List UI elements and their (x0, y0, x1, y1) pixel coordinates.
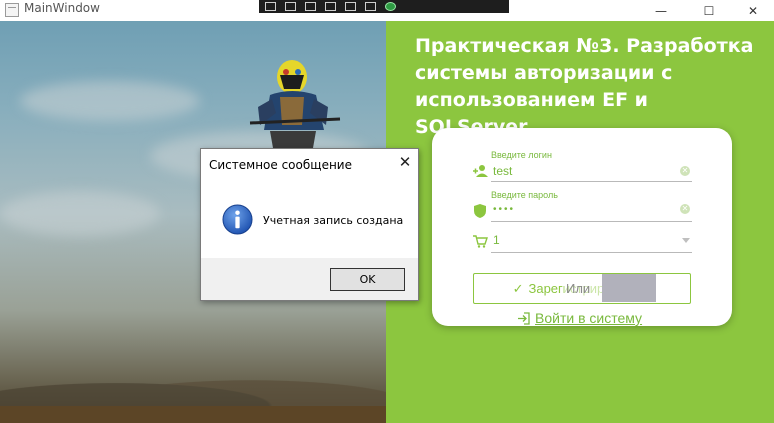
cart-icon (473, 235, 488, 248)
sign-in-icon (518, 311, 530, 325)
debug-toolbar[interactable] (259, 0, 509, 13)
app-window-icon (5, 3, 19, 17)
login-field[interactable]: Введите логин test (491, 150, 692, 182)
or-overlay: Или (564, 274, 656, 302)
login-input[interactable]: test (493, 164, 512, 178)
dialog-message: Учетная запись создана (263, 214, 404, 227)
dialog-title: Системное сообщение (209, 158, 352, 172)
pointer-icon[interactable] (345, 2, 356, 11)
check-ok-icon[interactable] (385, 2, 396, 11)
binding-icon[interactable] (325, 2, 336, 11)
page-title: Практическая №3. Разработка системы авто… (415, 35, 754, 138)
role-combobox[interactable]: 1 (491, 230, 692, 255)
password-input[interactable]: •••• (493, 204, 515, 215)
minimize-button[interactable]: — (638, 0, 684, 21)
dialog-footer: OK (201, 258, 418, 300)
shield-icon (474, 204, 486, 218)
window-title: MainWindow (24, 1, 100, 15)
accessibility-icon[interactable] (365, 2, 376, 11)
chevron-down-icon[interactable] (682, 238, 690, 243)
check-icon: ✓ (512, 280, 524, 296)
add-user-icon (473, 165, 488, 177)
ok-button[interactable]: OK (330, 268, 405, 291)
clear-login-icon[interactable]: ✕ (680, 166, 690, 176)
password-label: Введите пароль (491, 190, 558, 200)
select-element-icon[interactable] (265, 2, 276, 11)
role-selected-value: 1 (493, 233, 500, 247)
maximize-button[interactable]: ☐ (686, 0, 732, 21)
login-link[interactable]: Войти в систему (517, 310, 642, 326)
close-window-button[interactable]: ✕ (730, 0, 774, 21)
track-focus-icon[interactable] (305, 2, 316, 11)
close-icon[interactable]: ✕ (397, 155, 413, 171)
message-dialog: Системное сообщение ✕ Учетная запись соз… (200, 148, 419, 301)
info-icon (222, 204, 253, 235)
clear-password-icon[interactable]: ✕ (680, 204, 690, 214)
login-link-label[interactable]: Войти в систему (535, 310, 642, 326)
display-layout-icon[interactable] (285, 2, 296, 11)
password-field[interactable]: Введите пароль •••• (491, 190, 692, 222)
or-label: Или (566, 281, 591, 296)
window-title-bar: MainWindow — ☐ ✕ (0, 0, 774, 21)
login-label: Введите логин (491, 150, 552, 160)
